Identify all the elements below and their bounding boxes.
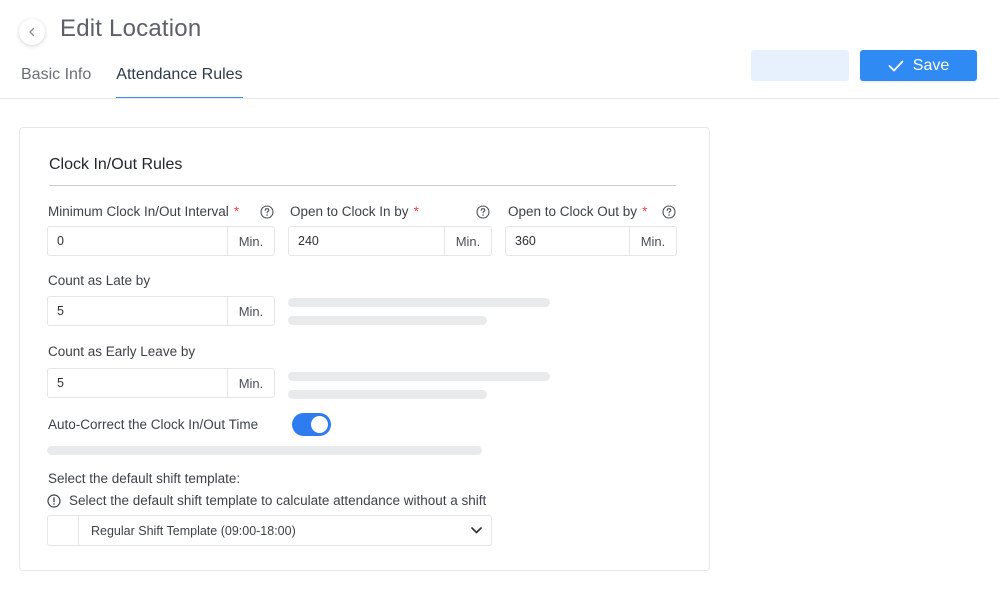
skeleton-placeholder <box>288 372 550 381</box>
skeleton-placeholder <box>288 298 550 307</box>
toggle-knob <box>311 416 328 433</box>
late-input[interactable] <box>48 297 227 325</box>
checkmark-icon <box>888 60 904 71</box>
unit-label: Min. <box>444 227 491 255</box>
back-button[interactable] <box>19 19 45 45</box>
page-title: Edit Location <box>60 15 202 42</box>
shift-template-label: Select the default shift template: <box>48 471 241 486</box>
open-clock-out-input[interactable] <box>506 227 629 255</box>
chevron-down-icon <box>461 527 491 534</box>
shift-template-select[interactable]: Regular Shift Template (09:00-18:00) <box>47 515 492 546</box>
late-field: Min. <box>47 296 275 326</box>
card-title: Clock In/Out Rules <box>49 156 183 173</box>
skeleton-placeholder <box>288 316 487 325</box>
secondary-button[interactable] <box>751 50 849 81</box>
open-clock-in-field: Min. <box>288 226 492 256</box>
question-circle-icon[interactable] <box>260 205 274 219</box>
early-leave-label: Count as Early Leave by <box>48 344 196 359</box>
clock-rules-card: Clock In/Out Rules Minimum Clock In/Out … <box>19 127 710 571</box>
open-clock-out-field: Min. <box>505 226 677 256</box>
open-clock-out-label: Open to Clock Out by * <box>508 204 648 219</box>
chevron-left-icon <box>29 27 35 37</box>
skeleton-placeholder <box>288 390 487 399</box>
late-label: Count as Late by <box>48 273 151 288</box>
unit-label: Min. <box>227 369 274 397</box>
min-interval-field: Min. <box>47 226 275 256</box>
card-divider <box>49 185 676 186</box>
question-circle-icon[interactable] <box>662 205 676 219</box>
exclamation-circle-icon <box>47 493 61 508</box>
early-leave-field: Min. <box>47 368 275 398</box>
shift-template-info-text: Select the default shift template to cal… <box>69 493 487 508</box>
save-button[interactable]: Save <box>860 50 977 81</box>
auto-correct-label: Auto-Correct the Clock In/Out Time <box>48 417 259 432</box>
required-marker: * <box>413 204 419 219</box>
question-circle-icon[interactable] <box>476 205 490 219</box>
tab-attendance-rules[interactable]: Attendance Rules <box>116 62 243 99</box>
skeleton-placeholder <box>47 446 482 455</box>
tab-bar: Basic Info Attendance Rules <box>21 62 268 99</box>
header-divider <box>0 98 999 99</box>
required-marker: * <box>233 204 240 219</box>
unit-label: Min. <box>629 227 676 255</box>
min-interval-label: Minimum Clock In/Out Interval * <box>48 204 240 219</box>
open-clock-in-input[interactable] <box>289 227 444 255</box>
tab-basic-info[interactable]: Basic Info <box>21 62 91 99</box>
auto-correct-toggle[interactable] <box>292 413 331 436</box>
required-marker: * <box>642 204 648 219</box>
unit-label: Min. <box>227 227 274 255</box>
shift-template-info: Select the default shift template to cal… <box>47 493 486 508</box>
early-leave-input[interactable] <box>48 369 227 397</box>
select-prefix <box>48 516 79 545</box>
open-clock-in-label: Open to Clock In by * <box>290 204 419 219</box>
save-button-label: Save <box>912 56 950 74</box>
unit-label: Min. <box>227 297 274 325</box>
shift-template-value: Regular Shift Template (09:00-18:00) <box>91 523 296 538</box>
min-interval-input[interactable] <box>48 227 227 255</box>
